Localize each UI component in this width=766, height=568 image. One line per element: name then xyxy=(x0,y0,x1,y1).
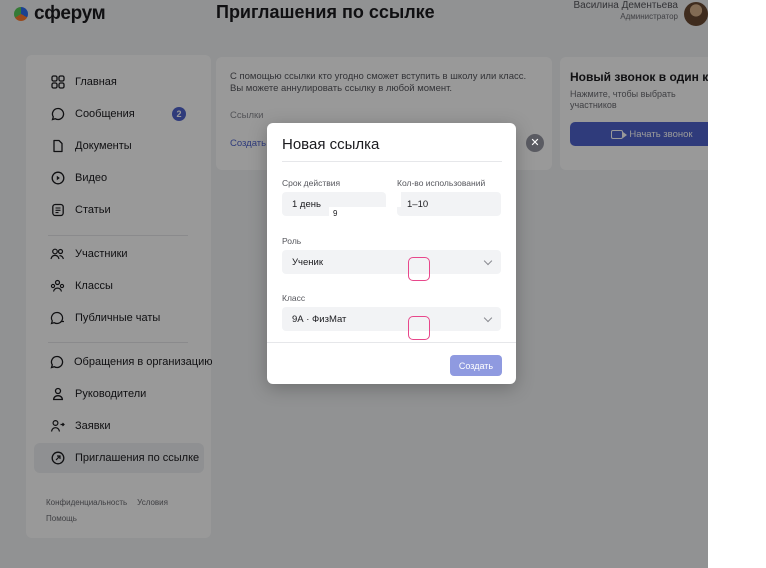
app-root: сферум Приглашения по ссылке Василина Де… xyxy=(0,0,766,568)
uses-label: Кол-во использований xyxy=(397,178,486,188)
uses-value: 1–10 xyxy=(407,198,429,210)
class-value: 9А · ФизМат xyxy=(292,313,347,325)
role-label: Роль xyxy=(282,236,302,246)
duration-extra: 9 xyxy=(333,209,338,218)
modal-title: Новая ссылка xyxy=(282,136,380,153)
uses-input[interactable]: 1–10 xyxy=(397,192,501,216)
chevron-down-icon xyxy=(483,313,493,323)
create-button[interactable]: Создать xyxy=(450,355,502,376)
class-select[interactable]: 9А · ФизМат xyxy=(282,307,501,331)
role-value: Ученик xyxy=(292,256,323,268)
chevron-down-icon xyxy=(483,256,493,266)
duration-value: 1 день xyxy=(292,198,321,210)
class-label: Класс xyxy=(282,293,306,303)
role-select[interactable]: Ученик xyxy=(282,250,501,274)
overlap-patch xyxy=(329,207,397,219)
duration-label: Срок действия xyxy=(282,178,341,188)
new-link-modal: Новая ссылка Срок действия 1 день 9 Кол-… xyxy=(267,123,516,384)
annotation-marker xyxy=(408,316,430,340)
right-margin xyxy=(708,0,766,568)
modal-footer-divider xyxy=(267,342,516,343)
overlap-patch xyxy=(389,189,401,207)
annotation-marker xyxy=(408,257,430,281)
close-icon[interactable]: ✕ xyxy=(526,134,544,152)
modal-divider xyxy=(282,161,502,162)
